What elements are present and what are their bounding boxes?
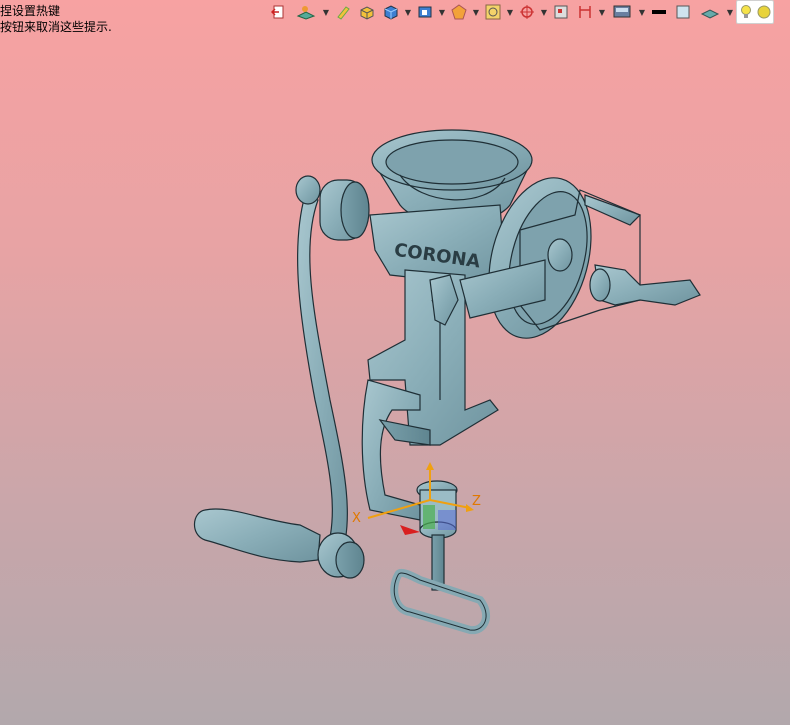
render-style-icon[interactable] xyxy=(448,1,470,23)
section-icon[interactable] xyxy=(574,1,596,23)
workplane-icon[interactable] xyxy=(550,1,572,23)
chevron-down-icon[interactable]: ▼ xyxy=(438,1,446,23)
chevron-down-icon[interactable]: ▼ xyxy=(472,1,480,23)
axis-z-label: Z xyxy=(472,494,481,509)
chevron-down-icon[interactable]: ▼ xyxy=(506,1,514,23)
crank-handle[interactable] xyxy=(193,508,321,563)
exit-icon[interactable] xyxy=(268,1,290,23)
snap-icon[interactable] xyxy=(482,1,504,23)
line-color-icon[interactable] xyxy=(648,1,670,23)
coffee-grinder-model[interactable]: CORONA xyxy=(193,129,701,635)
display-icon[interactable] xyxy=(608,1,636,23)
chevron-down-icon[interactable]: ▼ xyxy=(540,1,548,23)
crank-arm[interactable] xyxy=(296,194,348,561)
chevron-down-icon[interactable]: ▼ xyxy=(404,1,412,23)
lighting-icon[interactable] xyxy=(696,1,724,23)
chevron-down-icon[interactable]: ▼ xyxy=(598,1,606,23)
axis-x-label: X xyxy=(352,511,361,526)
wing-nut[interactable] xyxy=(594,264,701,306)
cube-icon[interactable] xyxy=(380,1,402,23)
view-toolbar: ▼ ▼ ▼ ▼ ▼ ▼ ▼ ▼ ▼ xyxy=(268,0,774,24)
background-icon[interactable] xyxy=(672,1,694,23)
layer-tool-icon[interactable] xyxy=(292,1,320,23)
chevron-down-icon[interactable]: ▼ xyxy=(726,1,734,23)
view-orient-icon[interactable] xyxy=(414,1,436,23)
chevron-down-icon[interactable]: ▼ xyxy=(638,1,646,23)
light-toggle-group[interactable] xyxy=(736,0,774,24)
chevron-down-icon[interactable]: ▼ xyxy=(322,1,330,23)
crank-top-knob[interactable] xyxy=(295,175,321,205)
3d-viewport[interactable]: CORONA Z X xyxy=(0,0,790,725)
box-color-icon[interactable] xyxy=(356,1,378,23)
sphere-icon[interactable] xyxy=(757,5,771,19)
target-icon[interactable] xyxy=(516,1,538,23)
clamp-frame[interactable] xyxy=(361,379,421,521)
bulb-icon[interactable] xyxy=(740,4,752,20)
pencil-icon[interactable] xyxy=(332,1,354,23)
